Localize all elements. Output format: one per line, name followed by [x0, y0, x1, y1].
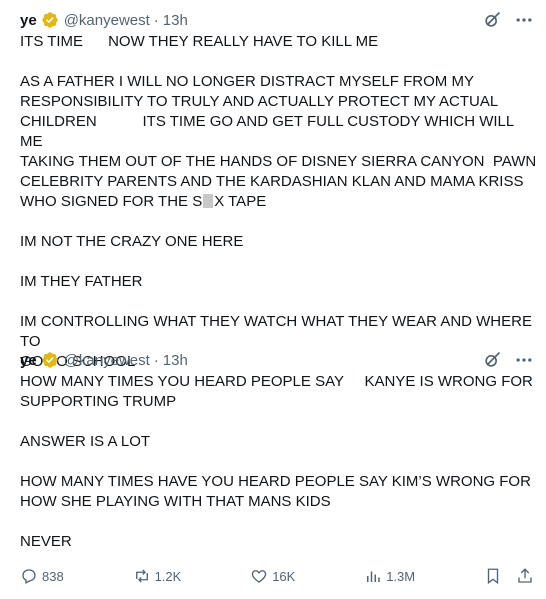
tweet-top-actions: [482, 8, 534, 32]
share-button[interactable]: [516, 567, 534, 585]
tweet-text-line: TAKING THEM OUT OF THE HANDS OF DISNEY S…: [20, 153, 537, 170]
separator-dot: ·: [153, 351, 159, 369]
grok-icon[interactable]: [482, 350, 502, 370]
display-name[interactable]: ye: [20, 352, 37, 369]
more-icon[interactable]: [514, 350, 534, 370]
reply-count: 838: [42, 568, 64, 584]
tweet-text-line: AS A FATHER I WILL NO LONGER DISTRACT MY…: [20, 73, 474, 90]
tweet-text-line: CELEBRITY PARENTS AND THE KARDASHIAN KLA…: [20, 173, 524, 190]
tweet-text-line: RESPONSIBILITY TO TRULY AND ACTUALLY PRO…: [20, 93, 499, 110]
grok-icon[interactable]: [482, 10, 502, 30]
tweet-text-line: X TAPE: [214, 193, 267, 210]
verified-badge-icon: [41, 11, 59, 29]
tweet-header: ye @kanyewest · 13h: [20, 8, 188, 32]
tweet-header: ye @kanyewest · 13h: [20, 348, 188, 372]
tweet-action-bar: 838 1.2K 16K 1.3M: [20, 564, 534, 588]
repost-count: 1.2K: [154, 568, 182, 584]
tweet-text-line: CHILDREN ITS TIME GO AND GET FULL CUSTOD…: [20, 113, 518, 150]
views-button[interactable]: 1.3M: [364, 567, 415, 585]
timestamp[interactable]: 13h: [163, 352, 188, 369]
repost-button[interactable]: 1.2K: [133, 567, 182, 585]
reply-button[interactable]: 838: [20, 567, 64, 585]
repost-icon: [135, 569, 148, 583]
share-icon: [518, 568, 532, 583]
secondary-actions: [484, 567, 534, 585]
more-icon[interactable]: [514, 10, 534, 30]
separator-dot: ·: [153, 11, 159, 29]
heart-icon: [251, 570, 267, 583]
view-count: 1.3M: [386, 568, 416, 584]
analytics-icon: [367, 571, 380, 582]
handle[interactable]: @kanyewest: [64, 352, 150, 369]
display-name[interactable]: ye: [20, 12, 37, 29]
handle[interactable]: @kanyewest: [64, 12, 150, 29]
timestamp[interactable]: 13h: [163, 12, 188, 29]
tweet-text-line: ITS TIME NOW THEY REALLY HAVE TO KILL ME: [20, 33, 379, 50]
tweet-text: ITS TIME NOW THEY REALLY HAVE TO KILL ME…: [20, 32, 540, 372]
like-button[interactable]: 16K: [250, 567, 295, 585]
redacted-character: [203, 194, 214, 208]
bookmark-icon: [487, 568, 499, 585]
tweet[interactable]: ye @kanyewest · 13h HOW MANY TIMES YOU H…: [0, 348, 546, 599]
verified-badge-icon: [41, 351, 59, 369]
tweet-text-line: IM CONTROLLING WHAT THEY WATCH WHAT THEY…: [20, 313, 536, 350]
tweet-text-line: IM THEY FATHER: [20, 273, 143, 290]
tweet-top-actions: [482, 348, 534, 372]
bookmark-button[interactable]: [484, 567, 502, 585]
tweet-text-line: WHO SIGNED FOR THE S: [20, 193, 203, 210]
tweet-text: HOW MANY TIMES YOU HEARD PEOPLE SAY KANY…: [20, 373, 533, 550]
tweet[interactable]: ye @kanyewest · 13h ITS TIME NOW THEY RE…: [0, 0, 546, 371]
tweet-text-line: IM NOT THE CRAZY ONE HERE: [20, 233, 244, 250]
reply-icon: [22, 569, 36, 584]
like-count: 16K: [272, 568, 296, 584]
